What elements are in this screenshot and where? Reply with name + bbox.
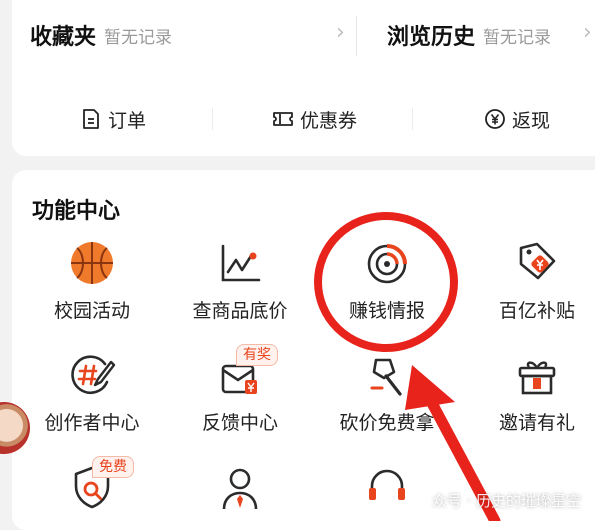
bargain-free-tile[interactable]: 砍价免费拿	[317, 350, 457, 435]
personal-service-tile[interactable]	[170, 462, 310, 520]
history-entry[interactable]: 浏览历史 暂无记录	[387, 18, 551, 52]
divider	[412, 108, 413, 130]
coupons-link[interactable]: 优惠券	[272, 104, 357, 134]
favorites-entry[interactable]: 收藏夹 暂无记录	[30, 18, 172, 52]
free-check-tile[interactable]: 免费	[22, 456, 162, 520]
tile-label: 反馈中心	[201, 412, 278, 434]
gift-icon	[518, 361, 556, 395]
watermark: 众号 · 历史的璀璨星空	[431, 492, 581, 510]
tile-label: 百亿补贴	[498, 300, 575, 322]
coupon-icon	[273, 112, 293, 126]
earn-intel-tile[interactable]: 赚钱情报	[317, 238, 457, 323]
subsidy-tile[interactable]: 百亿补贴	[467, 238, 595, 323]
invite-gift-tile[interactable]: 邀请有礼	[467, 350, 595, 435]
tile-label: 砍价免费拿	[339, 412, 435, 434]
basketball-icon	[71, 242, 113, 284]
tile-label: 查商品底价	[192, 300, 288, 322]
free-badge: 免费	[92, 456, 134, 478]
chevron-right-icon[interactable]: ›	[583, 20, 592, 45]
favorites-status: 暂无记录	[104, 27, 173, 48]
tile-label: 赚钱情报	[348, 300, 425, 322]
tile-label: 邀请有礼	[498, 412, 575, 434]
radar-icon	[367, 244, 407, 284]
tile-label: 创作者中心	[44, 412, 140, 434]
history-title: 浏览历史	[387, 25, 476, 50]
chevron-right-icon[interactable]: ›	[336, 20, 345, 45]
yen-cashback-icon	[485, 109, 505, 129]
divider	[212, 108, 213, 130]
history-status: 暂无记录	[483, 27, 552, 48]
price-chart-icon	[221, 244, 261, 282]
lowest-price-tile[interactable]: 查商品底价	[170, 238, 310, 323]
orders-label: 订单	[108, 109, 147, 132]
hashtag-pen-icon	[71, 355, 116, 395]
creator-center-tile[interactable]: 创作者中心	[22, 350, 162, 435]
feedback-tile[interactable]: 有奖 反馈中心	[170, 344, 310, 435]
coupons-label: 优惠券	[300, 109, 358, 132]
tile-label: 校园活动	[53, 300, 130, 322]
favorites-title: 收藏夹	[30, 25, 97, 50]
cashback-link[interactable]: 返现	[484, 104, 550, 134]
price-tag-icon	[519, 242, 556, 280]
cashback-label: 返现	[512, 109, 551, 132]
function-center-title: 功能中心	[32, 199, 121, 224]
orders-link[interactable]: 订单	[80, 104, 146, 134]
axe-icon	[370, 358, 402, 396]
order-document-icon	[83, 109, 99, 129]
prize-badge: 有奖	[236, 344, 278, 366]
person-tie-icon	[222, 468, 258, 510]
campus-activity-tile[interactable]: 校园活动	[22, 238, 162, 323]
divider	[356, 16, 357, 56]
headset-icon	[369, 469, 405, 500]
